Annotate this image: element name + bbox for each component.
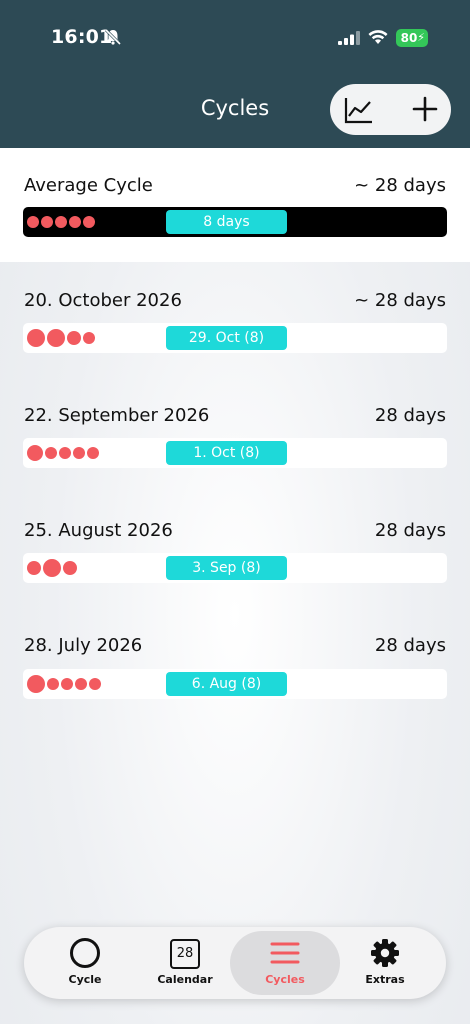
bell-muted-icon	[104, 28, 122, 46]
tab-cycle-label: Cycle	[68, 973, 102, 986]
gear-icon	[371, 939, 399, 967]
cycle-length: ~ 28 days	[354, 290, 446, 311]
period-day-dot	[69, 216, 81, 228]
period-day-dot	[55, 216, 67, 228]
average-cycle-panel: Average Cycle ~ 28 days 8 days	[0, 148, 470, 262]
wifi-icon	[368, 30, 388, 44]
period-day-dot	[59, 447, 71, 459]
period-day-dot	[83, 216, 95, 228]
tab-calendar[interactable]: 28 Calendar	[132, 927, 238, 999]
average-period-pill: 8 days	[166, 210, 287, 234]
menu-lines-icon	[270, 942, 300, 964]
period-day-dot	[87, 447, 99, 459]
period-day-dot	[61, 678, 73, 690]
ovulation-pill: 3. Sep (8)	[166, 556, 287, 580]
tab-extras-label: Extras	[365, 973, 405, 986]
period-day-dot	[41, 216, 53, 228]
period-day-dot	[27, 445, 43, 461]
cellular-signal-icon	[338, 31, 360, 45]
cycle-length: 28 days	[374, 520, 446, 541]
period-day-dot	[63, 561, 77, 575]
period-dots	[27, 323, 97, 353]
period-day-dot	[27, 216, 39, 228]
app-header: 16:01 80 ⚡ Cycles	[0, 0, 470, 148]
cycle-bar: 1. Oct (8)	[23, 438, 447, 468]
average-cycle-title: Average Cycle	[24, 175, 153, 196]
period-dots	[27, 553, 79, 583]
tab-cycles[interactable]: Cycles	[230, 931, 340, 995]
period-dots	[27, 669, 103, 699]
header-actions	[330, 84, 451, 135]
tab-cycles-label: Cycles	[265, 973, 305, 986]
period-day-dot	[89, 678, 101, 690]
period-day-dot	[73, 447, 85, 459]
tab-calendar-label: Calendar	[157, 973, 213, 986]
cycle-length: 28 days	[374, 405, 446, 426]
period-day-dot	[47, 329, 65, 347]
ovulation-pill: 29. Oct (8)	[166, 326, 287, 350]
period-day-dot	[45, 447, 57, 459]
period-day-dot	[83, 332, 95, 344]
bottom-tab-bar: Cycle 28 Calendar Cycles Extras	[24, 927, 446, 999]
cycle-start-date: 22. September 2026	[24, 405, 210, 426]
cycle-bar: 3. Sep (8)	[23, 553, 447, 583]
cycle-length: 28 days	[374, 635, 446, 656]
calendar-icon: 28	[170, 939, 200, 969]
period-day-dot	[67, 331, 81, 345]
cycle-bar: 6. Aug (8)	[23, 669, 447, 699]
period-dots	[27, 438, 101, 468]
cycle-start-date: 25. August 2026	[24, 520, 173, 541]
ovulation-pill: 1. Oct (8)	[166, 441, 287, 465]
status-bar: 16:01 80 ⚡	[0, 0, 470, 76]
cycle-bar: 29. Oct (8)	[23, 323, 447, 353]
period-day-dot	[75, 678, 87, 690]
average-cycle-length: ~ 28 days	[354, 175, 446, 196]
cycle-start-date: 20. October 2026	[24, 290, 182, 311]
circle-icon	[70, 938, 100, 968]
period-day-dot	[43, 559, 61, 577]
tab-extras[interactable]: Extras	[332, 927, 438, 999]
add-icon[interactable]	[412, 96, 438, 122]
period-day-dot	[27, 561, 41, 575]
period-day-dot	[47, 678, 59, 690]
cycle-start-date: 28. July 2026	[24, 635, 143, 656]
average-cycle-bar: 8 days	[23, 207, 447, 237]
ovulation-pill: 6. Aug (8)	[166, 672, 287, 696]
tab-cycle[interactable]: Cycle	[32, 927, 138, 999]
period-day-dot	[27, 329, 45, 347]
period-dots	[27, 207, 97, 237]
period-day-dot	[27, 675, 45, 693]
battery-level: 80	[400, 31, 418, 45]
charging-icon: ⚡	[417, 31, 425, 44]
chart-icon[interactable]	[344, 96, 374, 124]
battery-indicator: 80 ⚡	[396, 29, 428, 47]
